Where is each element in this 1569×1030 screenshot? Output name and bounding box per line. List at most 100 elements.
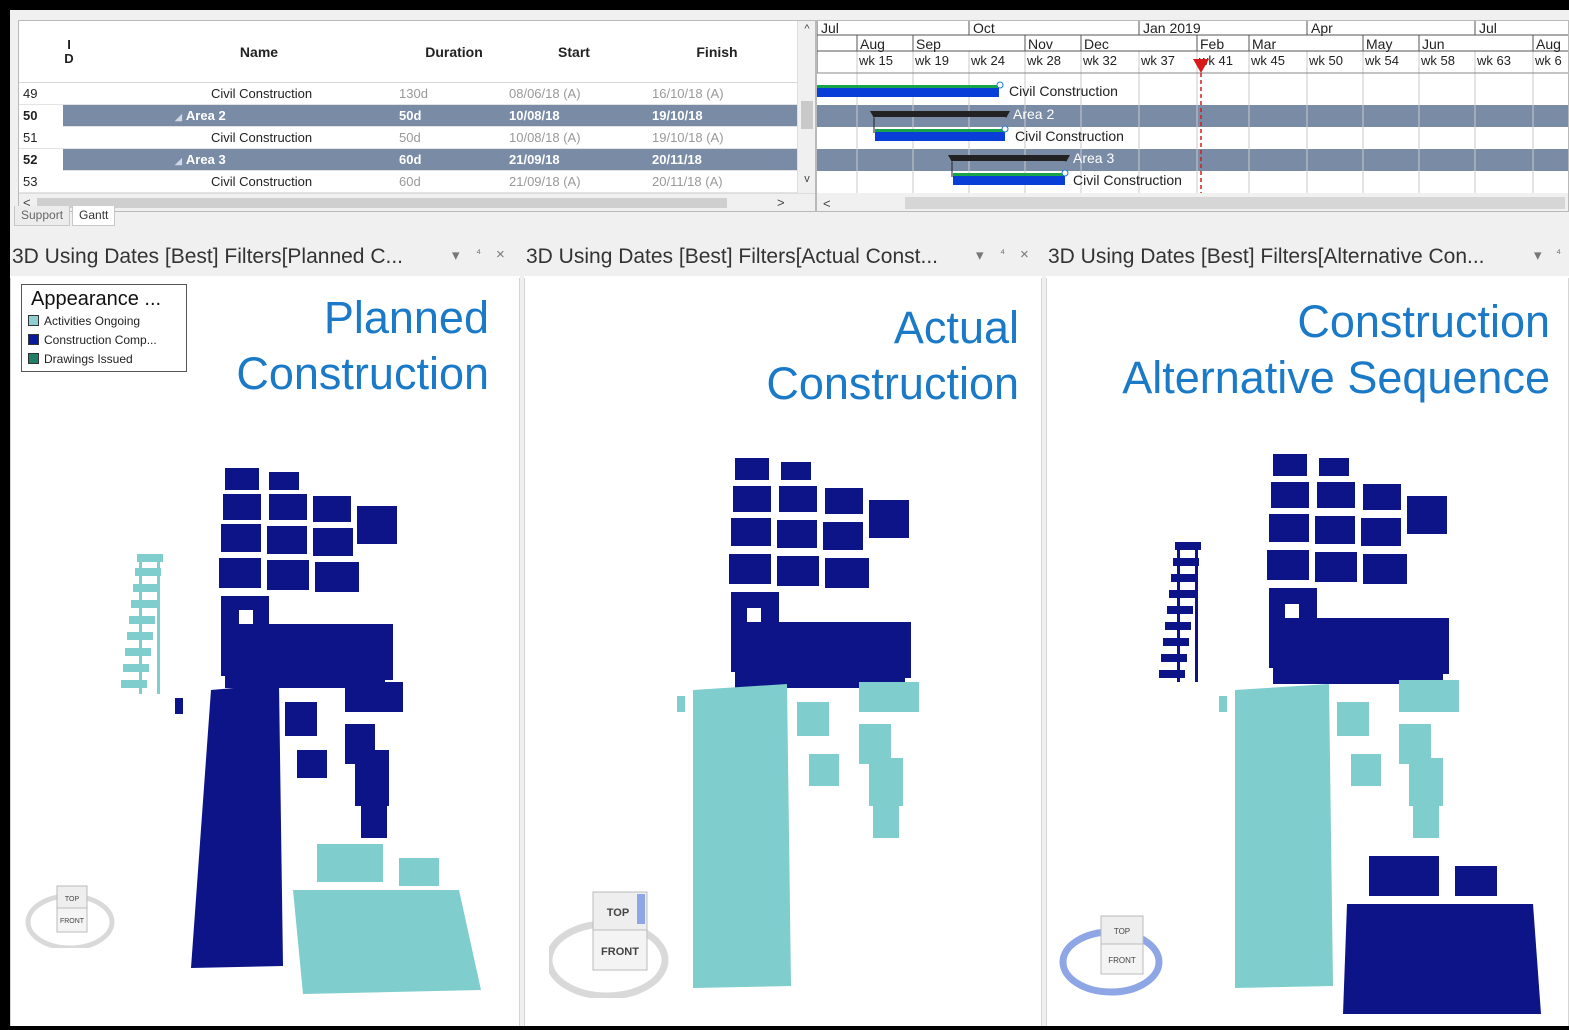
tab-support[interactable]: Support — [14, 206, 71, 226]
scrollbar-thumb[interactable] — [801, 101, 813, 129]
task-table-vertical-scrollbar[interactable]: ^ v — [797, 21, 815, 193]
table-row-summary[interactable]: 50 ◢ Area 2 50d 10/08/18 19/10/18 — [19, 105, 799, 127]
timescale-week-label: wk 6 — [1534, 53, 1562, 68]
view-cube-ring[interactable]: TOP FRONT — [25, 858, 115, 951]
timescale-month-label: Aug — [860, 36, 885, 52]
timescale-week-label: wk 24 — [970, 53, 1005, 68]
timescale-quarter-label: Jul — [1479, 21, 1497, 36]
row-start: 08/06/18 (A) — [509, 86, 581, 101]
timescale-month-label: Sep — [916, 36, 941, 52]
view-cube-top-label: TOP — [1114, 927, 1130, 936]
pin-icon[interactable]: ⁴ — [1000, 246, 1005, 260]
ongoing-elements — [677, 682, 919, 988]
timescale-month-label: Jun — [1422, 36, 1445, 52]
row-duration: 60d — [399, 152, 422, 167]
column-header-start[interactable]: Start — [509, 21, 639, 83]
scroll-down-icon[interactable]: v — [798, 173, 815, 185]
close-icon[interactable]: × — [496, 246, 505, 263]
row-start: 21/09/18 (A) — [509, 174, 581, 189]
header-name-label: Name — [239, 44, 279, 60]
column-header-name[interactable]: Name — [159, 21, 359, 83]
view-cube-edge-highlight[interactable] — [637, 894, 645, 924]
row-name: Civil Construction — [211, 86, 313, 101]
table-row[interactable]: 53 Civil Construction 60d 21/09/18 (A) 2… — [19, 171, 799, 193]
gantt-progress-bar — [817, 85, 999, 88]
view-cube-front-label: FRONT — [1108, 956, 1136, 965]
gantt-summary-bar[interactable] — [951, 155, 1067, 161]
view-cube-top-label: TOP — [65, 896, 80, 903]
task-table: I D Name Duration Start Finish 49 Civil … — [18, 20, 816, 212]
gantt-summary-row — [817, 149, 1568, 171]
pin-icon[interactable]: ⁴ — [476, 246, 481, 260]
3d-view-panel-alternative: 3D Using Dates [Best] Filters[Alternativ… — [1046, 238, 1569, 1026]
dropdown-icon[interactable]: ▾ — [976, 246, 984, 264]
table-row[interactable]: 49 Civil Construction 130d 08/06/18 (A) … — [19, 83, 799, 105]
timescale-quarter-label: Oct — [973, 21, 995, 36]
view-cube[interactable]: TOP FRONT — [25, 858, 115, 951]
3d-viewport[interactable]: Appearance ... Activities Ongoing Constr… — [10, 278, 520, 1026]
view-cube-ring[interactable]: TOP FRONT — [545, 868, 679, 1000]
row-id: 53 — [23, 174, 38, 189]
column-header-duration[interactable]: Duration — [399, 21, 509, 83]
row-id: 50 — [19, 105, 63, 127]
gantt-bar-label: Civil Construction — [1015, 128, 1124, 144]
task-table-horizontal-scrollbar[interactable]: < > — [19, 193, 815, 211]
view-cube-ring[interactable]: TOP FRONT — [1059, 886, 1169, 996]
gantt-milestone-marker — [1061, 169, 1069, 177]
close-icon[interactable]: × — [1020, 246, 1029, 263]
dropdown-icon[interactable]: ▾ — [1534, 246, 1542, 264]
row-duration: 130d — [399, 86, 428, 101]
column-header-finish[interactable]: Finish — [652, 21, 782, 83]
view-cube-front-label: FRONT — [60, 918, 85, 925]
timescale-month-label: Aug — [1536, 36, 1561, 52]
column-header-id[interactable]: I D — [19, 21, 119, 83]
timescale-month-label: Mar — [1252, 36, 1276, 52]
3d-viewport[interactable]: Construction Alternative Sequence TOP FR… — [1046, 278, 1569, 1026]
header-start-label: Start — [558, 44, 590, 60]
bottom-tab-strip: Support Gantt — [14, 206, 117, 228]
scroll-up-icon[interactable]: ^ — [798, 23, 815, 35]
view-cube[interactable]: TOP FRONT — [1059, 886, 1169, 996]
3d-viewport[interactable]: Actual Construction TOP FRONT — [524, 278, 1042, 1026]
row-duration: 50d — [399, 108, 422, 123]
row-start: 10/08/18 — [509, 108, 560, 123]
row-finish: 19/10/18 (A) — [652, 130, 724, 145]
scrollbar-thumb[interactable] — [37, 198, 727, 208]
panel-title[interactable]: 3D Using Dates [Best] Filters[Alternativ… — [1046, 238, 1569, 276]
scrollbar-thumb[interactable] — [905, 197, 1565, 209]
timescale-week-label: wk 63 — [1476, 53, 1511, 68]
collapse-icon[interactable]: ◢ — [175, 156, 182, 166]
pin-icon[interactable]: ⁴ — [1556, 246, 1561, 260]
tab-gantt[interactable]: Gantt — [72, 206, 116, 226]
gantt-canvas[interactable]: Jul Oct Jan 2019 Apr Jul Aug Sep Nov Dec… — [817, 21, 1569, 212]
timescale-week-label: wk 54 — [1364, 53, 1399, 68]
model-opening — [1285, 604, 1299, 618]
collapse-icon[interactable]: ◢ — [175, 112, 182, 122]
gantt-summary-bar[interactable] — [873, 111, 1007, 117]
scroll-left-icon[interactable]: < — [823, 196, 831, 211]
row-start: 21/09/18 — [509, 152, 560, 167]
row-name: Civil Construction — [211, 174, 313, 189]
timescale-week-label: wk 37 — [1140, 53, 1175, 68]
table-row-summary[interactable]: 52 ◢ Area 3 60d 21/09/18 20/11/18 — [19, 149, 799, 171]
scroll-right-icon[interactable]: > — [777, 194, 785, 211]
panel-title[interactable]: 3D Using Dates [Best] Filters[Actual Con… — [524, 238, 1042, 276]
row-id: 51 — [23, 130, 38, 145]
dropdown-icon[interactable]: ▾ — [452, 246, 460, 264]
id-header-line2: D — [64, 51, 74, 66]
panel-title[interactable]: 3D Using Dates [Best] Filters[Planned C.… — [10, 238, 520, 276]
gantt-chart[interactable]: Jul Oct Jan 2019 Apr Jul Aug Sep Nov Dec… — [816, 20, 1569, 212]
gantt-bar-label: Area 3 — [1073, 150, 1114, 166]
gantt-bar-label: Civil Construction — [1073, 172, 1182, 188]
timescale-week-label: wk 50 — [1308, 53, 1343, 68]
timescale-quarter-label: Jul — [821, 21, 839, 36]
timescale-month-label: Feb — [1200, 36, 1224, 52]
view-cube[interactable]: TOP FRONT — [545, 868, 679, 1000]
table-row[interactable]: 51 Civil Construction 50d 10/08/18 (A) 1… — [19, 127, 799, 149]
gantt-milestone-marker — [1001, 125, 1009, 133]
row-duration: 50d — [399, 130, 421, 145]
application-window: I D Name Duration Start Finish 49 Civil … — [10, 10, 1569, 1026]
timescale-week-label: wk 32 — [1082, 53, 1117, 68]
timescale-week-label: wk 19 — [914, 53, 949, 68]
3d-view-panel-actual: 3D Using Dates [Best] Filters[Actual Con… — [524, 238, 1042, 1026]
